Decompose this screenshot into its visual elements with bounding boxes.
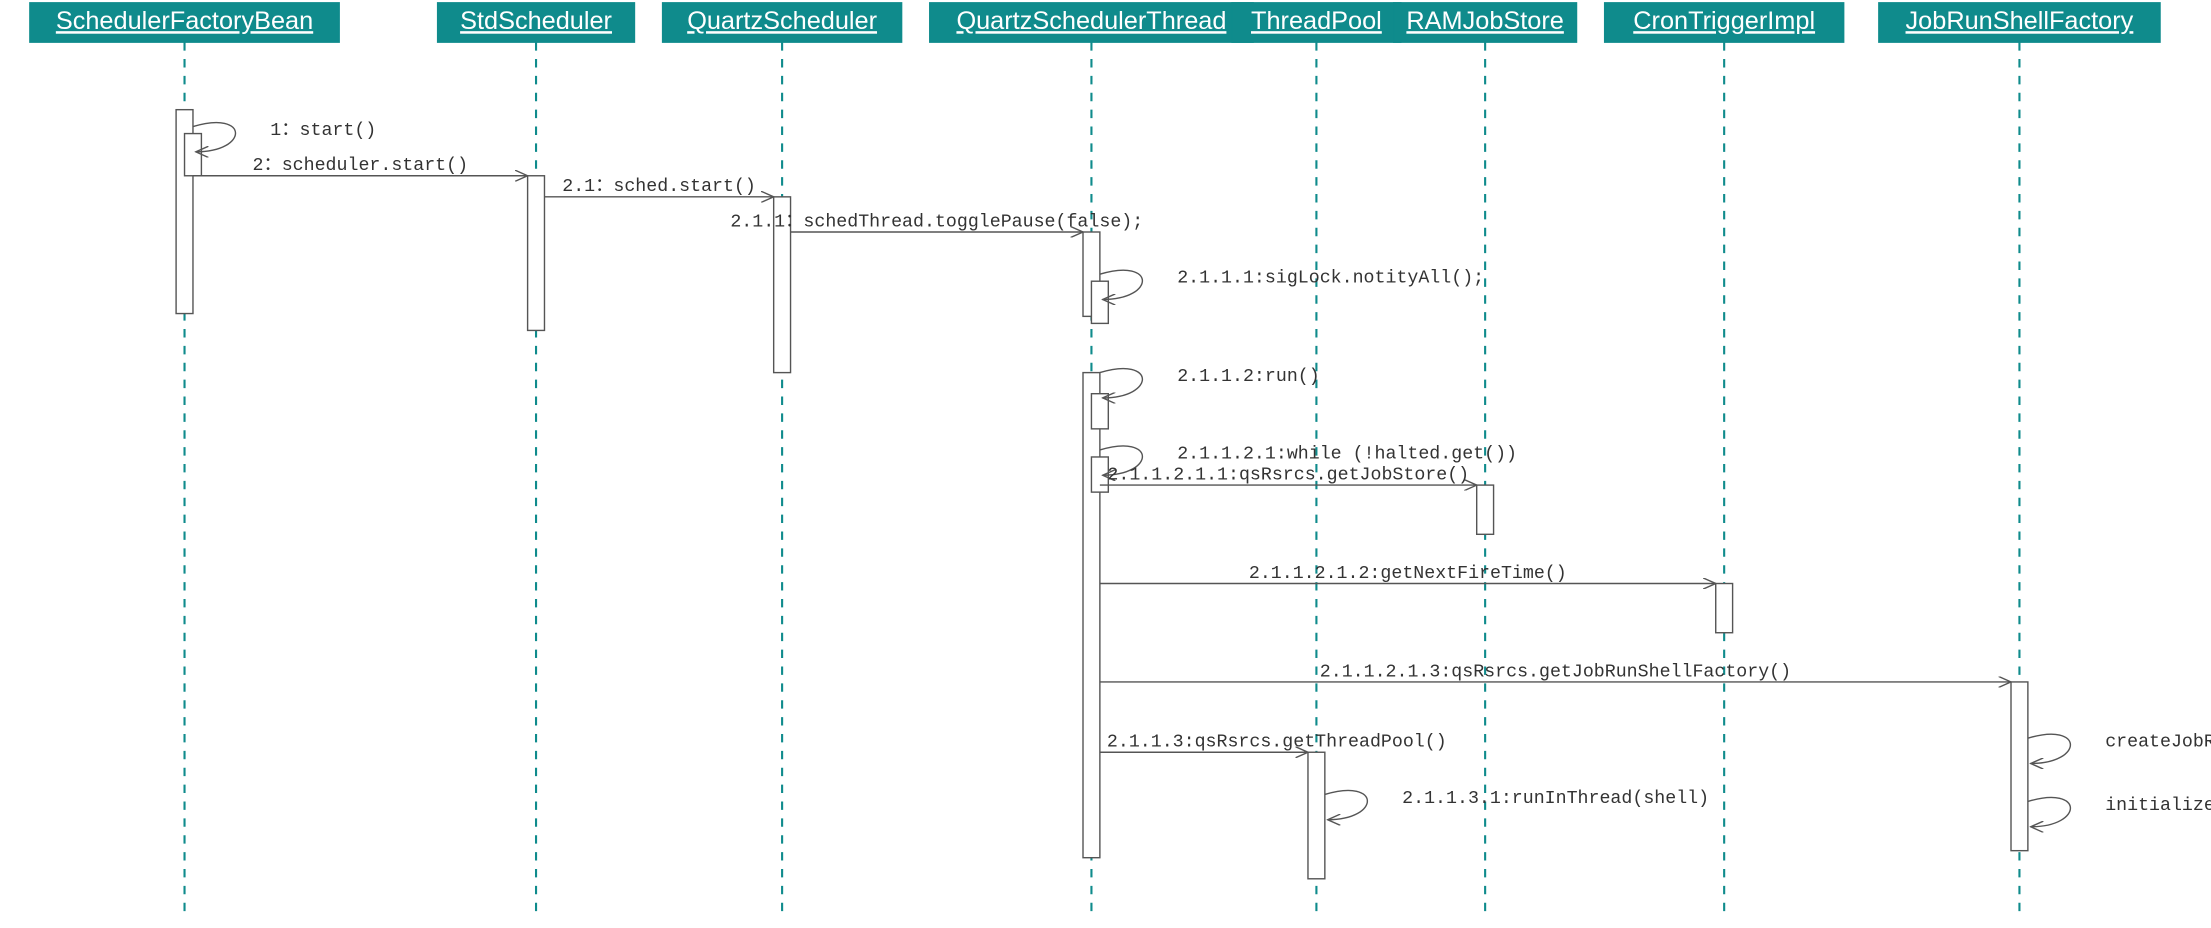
participant-label-3: QuartzSchedulerThread [956, 7, 1226, 35]
message-label-1: 2：scheduler.start() [252, 156, 468, 176]
message-label-5: 2.1.1.2:run() [1177, 367, 1320, 387]
participant-label-4: ThreadPool [1251, 7, 1382, 35]
participant-label-1: StdScheduler [460, 7, 612, 35]
activation-5 [1091, 281, 1108, 323]
message-label-9: 2.1.1.2.1.3:qsRsrcs.getJobRunShellFactor… [1320, 662, 1791, 682]
participant-label-6: CronTriggerImpl [1633, 7, 1815, 35]
message-label-0: 1：start() [270, 121, 376, 141]
activation-10 [1716, 584, 1733, 633]
sequence-diagram: SchedulerFactoryBean StdScheduler QuartzSc… [0, 0, 2211, 928]
self-message-loop-13 [1325, 790, 1368, 819]
self-message-loop-12 [2028, 797, 2071, 826]
activation-6 [1083, 373, 1100, 858]
activation-7 [1091, 394, 1108, 429]
activation-11 [2011, 682, 2028, 851]
participant-label-0: SchedulerFactoryBean [56, 7, 313, 35]
self-message-loop-10 [2028, 734, 2071, 763]
participant-label-5: RAMJobStore [1406, 7, 1563, 35]
message-label-7: 2.1.1.2.1.1:qsRsrcs.getJobStore() [1107, 465, 1469, 485]
activation-2 [528, 176, 545, 331]
message-label-13: 2.1.1.3.1:runInThread(shell) [1402, 789, 1709, 809]
message-label-11: 2.1.1.3:qsRsrcs.getThreadPool() [1107, 733, 1447, 753]
message-label-10: createJobRunShell(bndle) [2105, 733, 2211, 753]
activation-9 [1477, 485, 1494, 534]
message-label-8: 2.1.1.2.1.2:getNextFireTime() [1249, 564, 1567, 584]
participant-label-7: JobRunShellFactory [1906, 7, 2134, 35]
message-label-3: 2.1.1：schedThread.togglePause(false); [730, 212, 1143, 232]
activation-12 [1308, 752, 1325, 879]
participant-label-2: QuartzScheduler [687, 7, 877, 35]
message-label-12: initialize(qs) [2105, 796, 2211, 816]
message-label-6: 2.1.1.2.1:while (!halted.get()) [1177, 444, 1517, 464]
activation-1 [185, 134, 202, 176]
message-label-2: 2.1：sched.start() [562, 177, 756, 197]
message-label-4: 2.1.1.1:sigLock.notityAll(); [1177, 269, 1484, 289]
